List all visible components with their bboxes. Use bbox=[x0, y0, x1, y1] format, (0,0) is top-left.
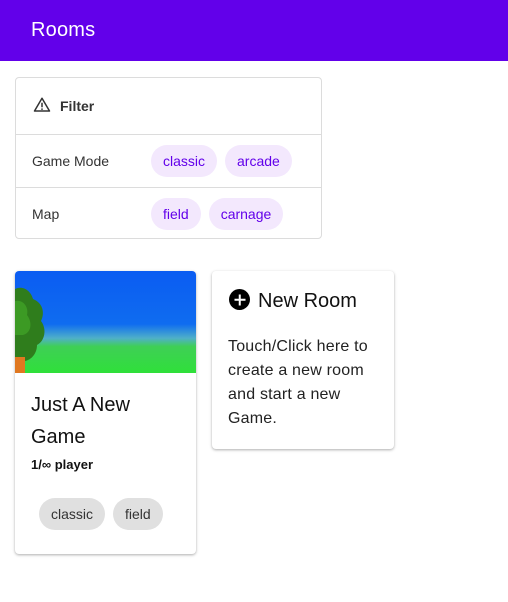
filter-title: Filter bbox=[60, 98, 95, 114]
filter-chip-carnage[interactable]: carnage bbox=[208, 197, 284, 230]
filter-chip-classic[interactable]: classic bbox=[151, 145, 218, 177]
new-room-description: Touch/Click here to create a new room an… bbox=[228, 338, 368, 427]
filter-row-game-mode: Game Mode classic arcade bbox=[16, 135, 321, 187]
room-title: Just A New Game bbox=[31, 394, 130, 448]
filter-panel: Filter Game Mode classic arcade Map fiel… bbox=[15, 77, 322, 239]
filter-row-map: Map field carnage bbox=[16, 187, 321, 239]
app-title: Rooms bbox=[31, 19, 96, 41]
filter-header: Filter bbox=[16, 78, 321, 135]
filter-label-game-mode: Game Mode bbox=[32, 153, 110, 169]
new-room-title: New Room bbox=[258, 290, 357, 312]
new-room-card[interactable]: New Room Touch/Click here to create a ne… bbox=[212, 271, 394, 449]
add-circle-icon bbox=[229, 289, 250, 310]
room-player-count: 1/∞ player bbox=[31, 457, 94, 472]
filter-label-map: Map bbox=[32, 205, 60, 222]
filter-chip-field[interactable]: field bbox=[151, 197, 201, 230]
field-landscape-image bbox=[15, 271, 196, 373]
room-tag-field: field bbox=[113, 498, 163, 530]
new-room-header: New Room bbox=[229, 289, 357, 313]
app-bar: Rooms bbox=[0, 0, 508, 61]
room-tag-classic: classic bbox=[39, 498, 106, 530]
room-card[interactable]: Just A New Game 1/∞ player classic field bbox=[15, 271, 196, 554]
warning-triangle-icon bbox=[33, 97, 51, 112]
room-tags: classic field bbox=[39, 498, 171, 530]
filter-chip-arcade[interactable]: arcade bbox=[225, 145, 292, 177]
